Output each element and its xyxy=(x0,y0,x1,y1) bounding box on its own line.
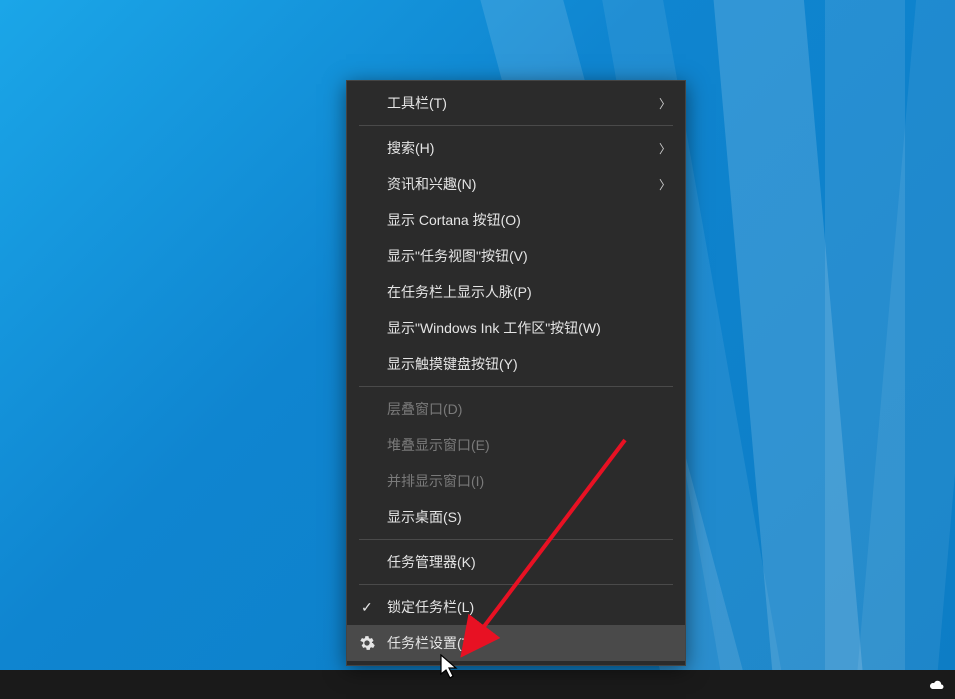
menu-separator xyxy=(359,539,673,540)
menu-label: 任务栏设置(T) xyxy=(387,633,671,653)
menu-show-cortana[interactable]: 显示 Cortana 按钮(O) xyxy=(347,202,685,238)
menu-stacked-windows: 堆叠显示窗口(E) xyxy=(347,427,685,463)
menu-cascade-windows: 层叠窗口(D) xyxy=(347,391,685,427)
menu-separator xyxy=(359,584,673,585)
menu-show-touch-keyboard[interactable]: 显示触摸键盘按钮(Y) xyxy=(347,346,685,382)
menu-label: 显示"Windows Ink 工作区"按钮(W) xyxy=(387,318,671,338)
menu-label: 锁定任务栏(L) xyxy=(387,597,671,617)
menu-toolbars[interactable]: 工具栏(T) 〉 xyxy=(347,85,685,121)
menu-label: 工具栏(T) xyxy=(387,93,659,113)
check-icon: ✓ xyxy=(361,599,373,616)
menu-task-manager[interactable]: 任务管理器(K) xyxy=(347,544,685,580)
menu-news-interests[interactable]: 资讯和兴趣(N) 〉 xyxy=(347,166,685,202)
menu-label: 层叠窗口(D) xyxy=(387,399,671,419)
weather-icon[interactable] xyxy=(927,676,945,693)
menu-search[interactable]: 搜索(H) 〉 xyxy=(347,130,685,166)
menu-label: 在任务栏上显示人脉(P) xyxy=(387,282,671,302)
menu-label: 显示桌面(S) xyxy=(387,507,671,527)
menu-label: 搜索(H) xyxy=(387,138,659,158)
chevron-right-icon: 〉 xyxy=(659,176,671,193)
menu-side-by-side-windows: 并排显示窗口(I) xyxy=(347,463,685,499)
menu-label: 任务管理器(K) xyxy=(387,552,671,572)
menu-label: 并排显示窗口(I) xyxy=(387,471,671,491)
menu-taskbar-settings[interactable]: 任务栏设置(T) xyxy=(347,625,685,661)
chevron-right-icon: 〉 xyxy=(659,95,671,112)
menu-separator xyxy=(359,386,673,387)
menu-label: 显示 Cortana 按钮(O) xyxy=(387,210,671,230)
menu-show-task-view[interactable]: 显示"任务视图"按钮(V) xyxy=(347,238,685,274)
menu-lock-taskbar[interactable]: ✓ 锁定任务栏(L) xyxy=(347,589,685,625)
menu-show-windows-ink[interactable]: 显示"Windows Ink 工作区"按钮(W) xyxy=(347,310,685,346)
menu-label: 显示触摸键盘按钮(Y) xyxy=(387,354,671,374)
menu-label: 资讯和兴趣(N) xyxy=(387,174,659,194)
menu-show-desktop[interactable]: 显示桌面(S) xyxy=(347,499,685,535)
taskbar-context-menu: 工具栏(T) 〉 搜索(H) 〉 资讯和兴趣(N) 〉 显示 Cortana 按… xyxy=(346,80,686,666)
menu-label: 堆叠显示窗口(E) xyxy=(387,435,671,455)
chevron-right-icon: 〉 xyxy=(659,140,671,157)
menu-show-people[interactable]: 在任务栏上显示人脉(P) xyxy=(347,274,685,310)
menu-label: 显示"任务视图"按钮(V) xyxy=(387,246,671,266)
taskbar[interactable] xyxy=(0,670,955,699)
menu-separator xyxy=(359,125,673,126)
gear-icon xyxy=(359,635,375,651)
